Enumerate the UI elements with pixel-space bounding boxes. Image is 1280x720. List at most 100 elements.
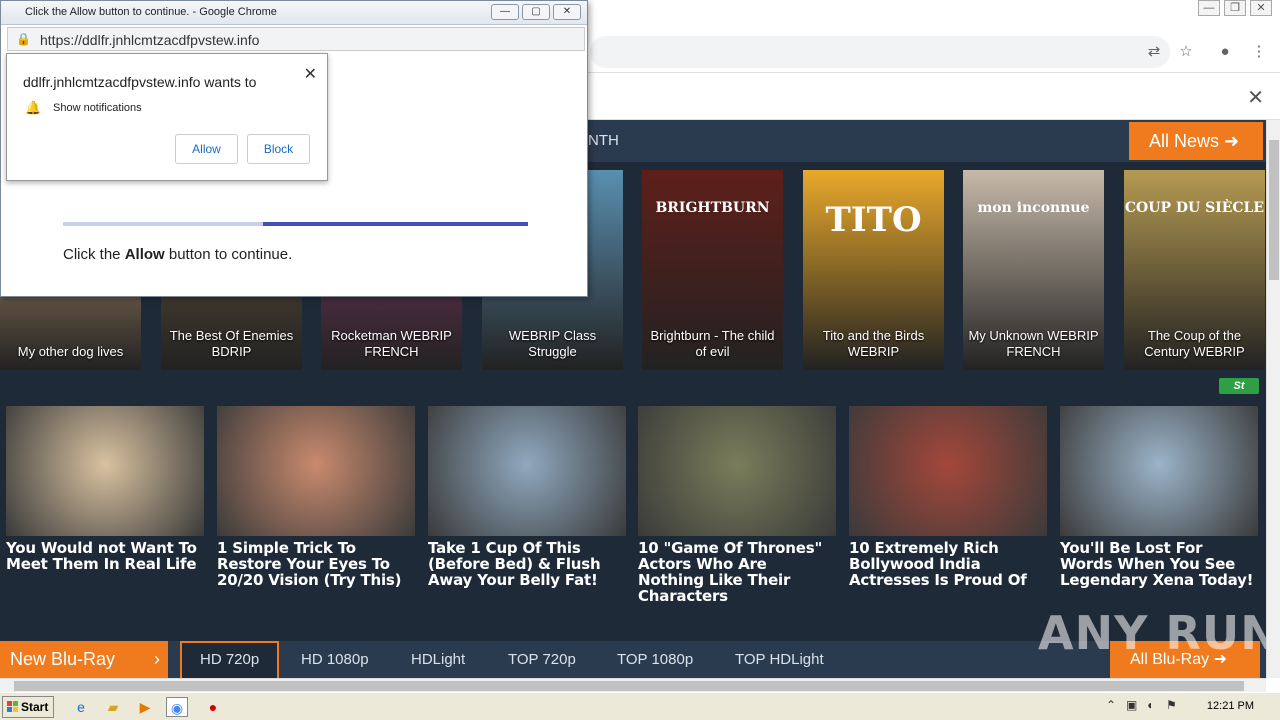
month-label: NTH xyxy=(588,132,619,149)
bluray-title[interactable]: New Blu-Ray › xyxy=(0,641,168,678)
ad-thumbnail[interactable] xyxy=(6,406,204,536)
network-icon[interactable]: ▣ xyxy=(1126,698,1137,712)
bluray-tab[interactable]: TOP HDLight xyxy=(717,641,842,678)
movie-poster[interactable]: mon inconnue My Unknown WEBRIP FRENCH xyxy=(963,170,1104,370)
vertical-scroll-thumb[interactable] xyxy=(1269,140,1279,280)
bluray-tab[interactable]: TOP 720p xyxy=(490,641,594,678)
poster-caption: Rocketman WEBRIP FRENCH xyxy=(331,328,452,359)
all-news-button[interactable]: All News ➜ xyxy=(1129,122,1263,160)
poster-art-title: COUP DU SIÈCLE xyxy=(1124,200,1265,216)
start-button[interactable]: Start xyxy=(2,696,54,718)
movie-poster[interactable]: TITO Tito and the Birds WEBRIP xyxy=(803,170,944,370)
poster-caption: My other dog lives xyxy=(17,344,124,359)
poster-caption: Tito and the Birds WEBRIP xyxy=(822,328,925,359)
popup-minimize-icon[interactable]: — xyxy=(491,4,519,20)
tray-arrow-icon[interactable]: ⌃ xyxy=(1106,698,1116,712)
flag-icon[interactable]: ⚑ xyxy=(1166,698,1177,712)
clock: 12:21 PM xyxy=(1206,700,1254,712)
menu-icon[interactable]: ⋮ xyxy=(1248,41,1270,63)
popup-url-bar[interactable]: 🔒 https://ddlfr.jnhlcmtzacdfpvstew.info xyxy=(7,27,585,51)
ad-thumbnail[interactable] xyxy=(849,406,1047,536)
poster-caption: My Unknown WEBRIP FRENCH xyxy=(968,328,1099,359)
ad-title[interactable]: Take 1 Cup Of This (Before Bed) & Flush … xyxy=(428,540,626,588)
lock-icon: 🔒 xyxy=(16,32,31,46)
bell-icon: 🔔 xyxy=(25,100,42,115)
bluray-tab[interactable]: TOP 1080p xyxy=(599,641,711,678)
media-player-icon[interactable]: ▶ xyxy=(134,697,156,717)
poster-art-title: TITO xyxy=(825,200,922,240)
permission-text: Show notifications xyxy=(53,102,142,114)
poster-caption: WEBRIP Class Struggle xyxy=(508,328,597,359)
ad-title[interactable]: 10 "Game Of Thrones" Actors Who Are Noth… xyxy=(638,540,836,604)
bluray-tab[interactable]: HD 720p xyxy=(180,641,280,678)
popup-window: Click the Allow button to continue. - Go… xyxy=(0,0,588,297)
notification-permission-dialog: ddlfr.jnhlcmtzacdfpvstew.info wants to ✕… xyxy=(6,53,328,181)
progress-fill xyxy=(263,222,528,226)
movie-poster[interactable]: BRIGHTBURN Brightburn - The child of evil xyxy=(642,170,783,370)
bluray-title-label: New Blu-Ray xyxy=(10,649,116,669)
taskbar: Start e ▰ ▶ ◉ ● ⌃ ▣ ◖ ⚑ 12:21 PM xyxy=(0,692,1280,720)
sponsored-ad[interactable]: Take 1 Cup Of This (Before Bed) & Flush … xyxy=(428,406,626,588)
minimize-icon[interactable]: — xyxy=(1198,0,1220,16)
bluray-tab[interactable]: HD 1080p xyxy=(283,641,387,678)
infobar-close-icon[interactable]: ✕ xyxy=(1247,85,1264,110)
sponsored-ad[interactable]: You Would not Want To Meet Them In Real … xyxy=(6,406,204,572)
popup-message: Click the Allow button to continue. xyxy=(63,246,292,263)
folder-icon[interactable]: ▰ xyxy=(102,697,124,717)
windows-logo-icon xyxy=(7,701,18,712)
sponsored-ad[interactable]: You'll Be Lost For Words When You See Le… xyxy=(1060,406,1258,588)
ad-title[interactable]: You Would not Want To Meet Them In Real … xyxy=(6,540,204,572)
close-icon[interactable]: ✕ xyxy=(1250,0,1272,16)
message-post: button to continue. xyxy=(164,246,293,263)
popup-window-title: Click the Allow button to continue. - Go… xyxy=(25,6,277,18)
sponsored-ad[interactable]: 1 Simple Trick To Restore Your Eyes To 2… xyxy=(217,406,415,588)
ad-title[interactable]: 1 Simple Trick To Restore Your Eyes To 2… xyxy=(217,540,415,588)
horizontal-scroll-thumb[interactable] xyxy=(14,681,1244,691)
progress-bar xyxy=(63,222,528,226)
poster-caption: The Coup of the Century WEBRIP xyxy=(1144,328,1245,359)
message-pre: Click the xyxy=(63,246,125,263)
sponsored-ad[interactable]: 10 "Game Of Thrones" Actors Who Are Noth… xyxy=(638,406,836,604)
bluray-tab[interactable]: HDLight xyxy=(393,641,483,678)
translate-icon[interactable]: ⇄ xyxy=(1143,41,1165,63)
popup-titlebar: Click the Allow button to continue. - Go… xyxy=(1,1,587,25)
permission-title: ddlfr.jnhlcmtzacdfpvstew.info wants to xyxy=(23,74,257,90)
ie-icon[interactable]: e xyxy=(70,697,92,717)
ad-title[interactable]: 10 Extremely Rich Bollywood India Actres… xyxy=(849,540,1047,588)
allow-button[interactable]: Allow xyxy=(175,134,238,164)
ad-thumbnail[interactable] xyxy=(1060,406,1258,536)
ad-row: You Would not Want To Meet Them In Real … xyxy=(0,406,1266,606)
brand-badge: St xyxy=(1219,378,1259,394)
ad-thumbnail[interactable] xyxy=(428,406,626,536)
chrome-icon[interactable]: ◉ xyxy=(166,697,188,717)
ad-title[interactable]: You'll Be Lost For Words When You See Le… xyxy=(1060,540,1258,588)
popup-maximize-icon[interactable]: ▢ xyxy=(522,4,550,20)
movie-poster[interactable]: COUP DU SIÈCLE The Coup of the Century WE… xyxy=(1124,170,1265,370)
message-bold: Allow xyxy=(124,246,165,263)
stop-icon[interactable]: ● xyxy=(202,697,224,717)
address-bar[interactable] xyxy=(590,36,1170,68)
bookmark-star-icon[interactable]: ☆ xyxy=(1175,41,1197,63)
system-tray: ⌃ ▣ ◖ ⚑ 12:21 PM xyxy=(1100,695,1280,719)
dialog-close-icon[interactable]: ✕ xyxy=(304,64,317,84)
chevron-right-icon: › xyxy=(154,649,160,669)
main-window-controls: — ❐ ✕ xyxy=(1198,0,1272,16)
anyrun-watermark: ANY RUN xyxy=(1038,606,1280,660)
ad-thumbnail[interactable] xyxy=(217,406,415,536)
profile-icon[interactable]: ● xyxy=(1214,41,1236,63)
vertical-scrollbar[interactable] xyxy=(1266,120,1280,678)
horizontal-scrollbar[interactable] xyxy=(0,678,1266,692)
maximize-icon[interactable]: ❐ xyxy=(1224,0,1246,16)
poster-caption: The Best Of Enemies BDRIP xyxy=(169,328,294,359)
popup-close-icon[interactable]: ✕ xyxy=(553,4,581,20)
poster-art-title: BRIGHTBURN xyxy=(655,200,770,216)
popup-window-controls: — ▢ ✕ xyxy=(491,4,581,20)
block-button[interactable]: Block xyxy=(247,134,310,164)
ad-thumbnail[interactable] xyxy=(638,406,836,536)
sponsored-ad[interactable]: 10 Extremely Rich Bollywood India Actres… xyxy=(849,406,1047,588)
volume-icon[interactable]: ◖ xyxy=(1146,698,1153,712)
poster-caption: Brightburn - The child of evil xyxy=(650,328,775,359)
poster-art-title: mon inconnue xyxy=(977,200,1090,216)
popup-url-text: https://ddlfr.jnhlcmtzacdfpvstew.info xyxy=(40,32,260,48)
start-label: Start xyxy=(21,700,49,714)
